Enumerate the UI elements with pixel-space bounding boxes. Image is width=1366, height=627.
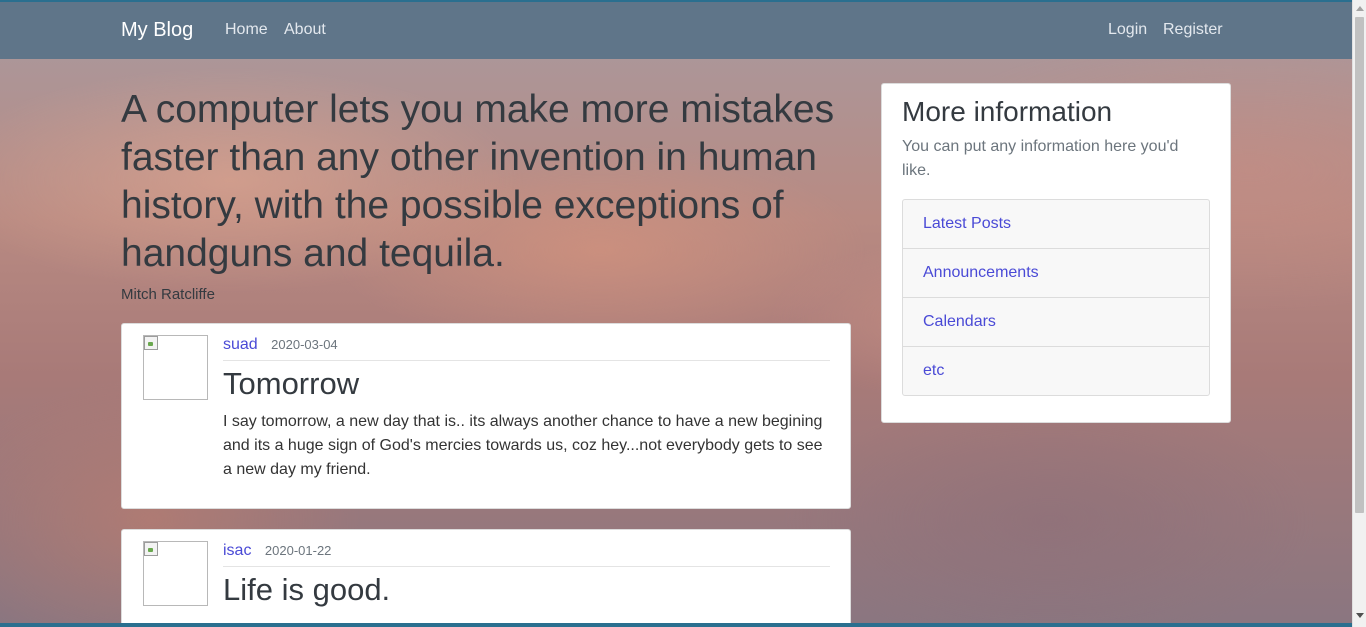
post-date: 2020-01-22	[264, 543, 332, 558]
sidebar-title: More information	[902, 96, 1113, 127]
post-title[interactable]: Tomorrow	[223, 366, 359, 402]
navbar: My Blog Home About Login Register	[0, 2, 1352, 59]
post-author-link[interactable]: suad	[223, 336, 258, 353]
brand-link[interactable]: My Blog	[121, 19, 193, 42]
nav-login-link[interactable]: Login	[1108, 21, 1147, 39]
avatar	[143, 541, 208, 606]
quote-author: Mitch Ratcliffe	[121, 286, 215, 303]
post-meta: isac 2020-01-22	[223, 542, 830, 567]
sidebar-link-announcements[interactable]: Announcements	[903, 249, 1209, 298]
quote-text: A computer lets you make more mistakes f…	[121, 88, 835, 275]
nav-home-link[interactable]: Home	[225, 21, 268, 39]
scroll-down-arrow-icon[interactable]	[1356, 613, 1364, 618]
avatar	[143, 335, 208, 400]
sidebar-link-calendars[interactable]: Calendars	[903, 298, 1209, 347]
post-body: I say tomorrow, a new day that is.. its …	[223, 413, 823, 478]
nav-about-link[interactable]: About	[284, 21, 326, 39]
broken-image-icon	[144, 336, 158, 350]
post-author-link[interactable]: isac	[223, 542, 251, 559]
broken-image-icon	[144, 542, 158, 556]
sidebar-description: You can put any information here you'd l…	[902, 138, 1179, 179]
post-card: isac 2020-01-22 Life is good.	[121, 529, 851, 627]
sidebar-link-etc[interactable]: etc	[903, 347, 1209, 395]
scroll-up-arrow-icon[interactable]	[1356, 6, 1364, 11]
nav-register-link[interactable]: Register	[1163, 21, 1223, 39]
bottom-border	[0, 623, 1352, 627]
scrollbar-thumb[interactable]	[1355, 17, 1364, 513]
post-date: 2020-03-04	[271, 337, 338, 352]
vertical-scrollbar[interactable]	[1352, 0, 1366, 627]
sidebar-link-latest-posts[interactable]: Latest Posts	[903, 200, 1209, 249]
sidebar-card: More information You can put any informa…	[881, 83, 1231, 423]
post-title[interactable]: Life is good.	[223, 572, 390, 608]
post-card: suad 2020-03-04 Tomorrow I say tomorrow,…	[121, 323, 851, 509]
sidebar-link-list: Latest Posts Announcements Calendars etc	[902, 199, 1210, 396]
post-meta: suad 2020-03-04	[223, 336, 830, 361]
